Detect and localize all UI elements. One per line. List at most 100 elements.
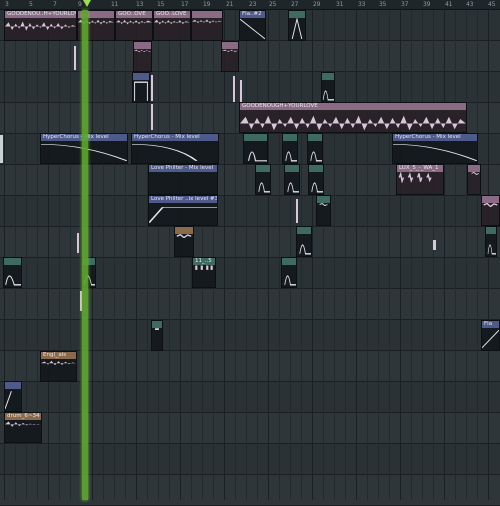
audio-slice[interactable]	[74, 46, 76, 70]
automation-clip[interactable]	[284, 164, 300, 195]
audio-clip[interactable]	[174, 226, 194, 257]
clip-title	[289, 11, 305, 18]
automation-clip[interactable]: HyperChorus - Mix level	[131, 133, 219, 164]
track-row[interactable]	[0, 289, 500, 320]
clip-title: Fla..#2	[240, 11, 265, 18]
grid-line	[48, 10, 49, 500]
track-row[interactable]	[0, 413, 500, 444]
automation-clip[interactable]	[255, 164, 271, 195]
grid-line	[125, 10, 126, 500]
bar-number: 15	[157, 1, 165, 8]
automation-curve	[310, 151, 322, 162]
automation-clip[interactable]	[485, 226, 497, 257]
automation-curve	[5, 390, 12, 410]
automation-clip[interactable]	[243, 133, 268, 164]
automation-clip[interactable]	[151, 320, 163, 351]
bar-number: 17	[181, 1, 189, 8]
automation-clip[interactable]	[281, 257, 297, 288]
automation-curve	[287, 182, 299, 193]
automation-clip[interactable]	[308, 164, 324, 195]
audio-slice[interactable]	[433, 240, 436, 250]
audio-clip[interactable]	[191, 10, 223, 41]
clip-title	[283, 134, 297, 141]
playhead-marker-icon[interactable]	[83, 0, 91, 7]
track-row[interactable]	[0, 475, 500, 506]
timeline-ruler[interactable]: 3 5 7 9 11 13 15 17 19 21 23 25 27 29 31…	[0, 0, 500, 10]
waveform	[176, 234, 192, 239]
automation-clip[interactable]	[316, 195, 331, 226]
automation-clip[interactable]	[3, 257, 22, 288]
clip-title	[175, 227, 193, 234]
clip-title: Love Philter ..ix level #3	[149, 196, 217, 203]
audio-slice[interactable]	[151, 75, 153, 101]
automation-curve	[134, 81, 148, 101]
waveform	[195, 265, 213, 270]
automation-clip[interactable]	[4, 381, 22, 412]
playhead[interactable]	[82, 10, 88, 500]
clip-title: GOODENOUGH+YOURLOVE	[240, 103, 466, 110]
clip-title	[285, 165, 299, 172]
waveform	[41, 360, 76, 366]
audio-slice[interactable]	[233, 76, 235, 102]
audio-clip[interactable]: GOO..LOVE	[153, 10, 191, 41]
clip-title	[308, 134, 322, 141]
clip-title	[322, 73, 334, 80]
automation-clip[interactable]: Fla	[481, 320, 500, 351]
audio-slice[interactable]	[296, 199, 298, 223]
track-row[interactable]	[0, 227, 500, 258]
automation-clip[interactable]: Love Philter ..ix level #3	[148, 195, 218, 226]
audio-slice[interactable]	[151, 104, 153, 130]
bar-number: 27	[291, 1, 299, 8]
audio-slice[interactable]	[77, 233, 79, 253]
grid-line	[158, 10, 159, 500]
automation-clip[interactable]	[282, 133, 298, 164]
audio-clip[interactable]: drum_6~34	[4, 412, 42, 443]
audio-clip[interactable]: GOODENOU..H+YOURLOVE	[4, 10, 77, 41]
clip-title	[244, 134, 267, 141]
automation-clip[interactable]: Love Philter - Mix level	[148, 164, 218, 195]
automation-curve	[482, 329, 499, 349]
clip-title	[5, 382, 21, 389]
grid-line	[389, 10, 390, 500]
automation-clip[interactable]	[307, 133, 323, 164]
waveform	[222, 49, 238, 53]
audio-clip[interactable]	[467, 164, 481, 195]
automation-curve	[258, 182, 270, 193]
track-row[interactable]	[0, 196, 500, 227]
audio-clip[interactable]	[221, 41, 239, 72]
bar-number: 25	[269, 1, 277, 8]
automation-curve	[322, 90, 334, 101]
clip-title: GOO..OVE	[116, 11, 152, 18]
track-row[interactable]	[0, 444, 500, 475]
audio-clip[interactable]: LUX_5_-_WA_1	[396, 164, 444, 195]
grid-line	[411, 10, 412, 500]
automation-clip[interactable]	[132, 72, 150, 103]
audio-clip[interactable]	[481, 195, 500, 226]
automation-clip[interactable]: HyperChorus - Mix level	[392, 133, 478, 164]
track-handle[interactable]	[0, 135, 3, 163]
grid-line	[455, 10, 456, 500]
automation-clip[interactable]	[288, 10, 306, 41]
audio-clip[interactable]: GOODENOUGH+YOURLOVE	[239, 102, 467, 133]
grid-line	[246, 10, 247, 500]
audio-clip[interactable]: GOO..OVE	[115, 10, 153, 41]
automation-clip[interactable]	[296, 226, 312, 257]
automation-clip[interactable]: Fla..#2	[239, 10, 266, 41]
track-row[interactable]	[0, 320, 500, 351]
playlist-grid[interactable]	[0, 10, 500, 506]
automation-curve	[5, 275, 21, 286]
audio-slice[interactable]	[240, 80, 242, 102]
track-row[interactable]	[0, 72, 500, 103]
waveform	[5, 21, 76, 31]
audio-clip[interactable]: Eng(_ais	[40, 351, 77, 382]
automation-clip[interactable]	[321, 72, 335, 103]
track-row[interactable]	[0, 258, 500, 289]
track-row[interactable]	[0, 382, 500, 413]
grid-line	[103, 10, 104, 500]
bar-number: 41	[445, 1, 453, 8]
clip-title: Eng(_ais	[41, 352, 76, 359]
audio-clip[interactable]	[133, 41, 152, 72]
waveform	[483, 203, 498, 208]
automation-clip[interactable]: 11_..5	[192, 257, 216, 288]
clip-title: Love Philter - Mix level	[149, 165, 217, 172]
